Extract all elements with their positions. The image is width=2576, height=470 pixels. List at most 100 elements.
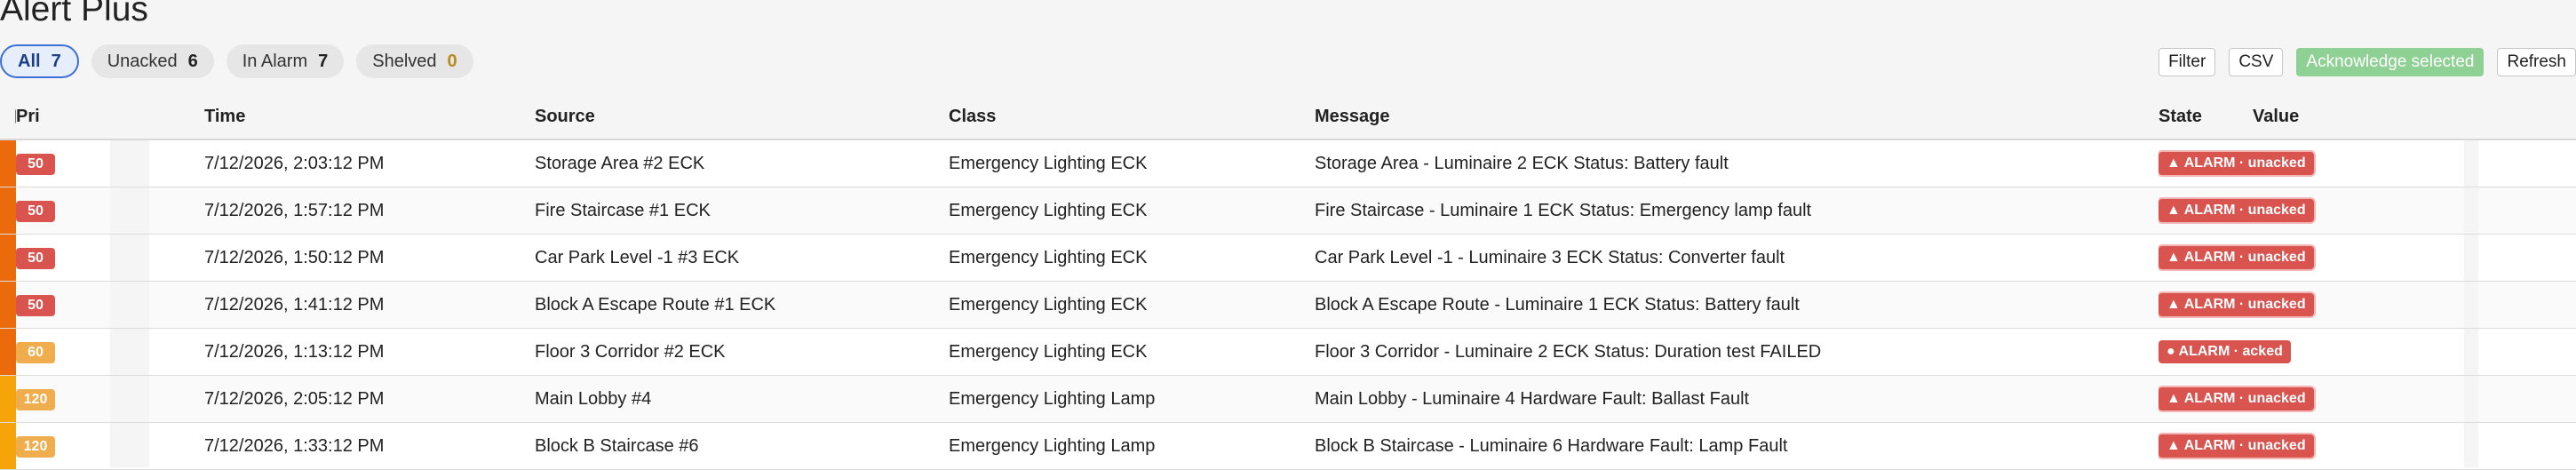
filter-chip-label: In Alarm [242, 51, 308, 71]
class-cell: Emergency Lighting ECK [914, 187, 1290, 235]
table-row[interactable]: 50 7/12/2026, 1:50:12 PM Car Park Level -1… [0, 234, 2576, 282]
alert-plus-app: Alert Plus All 7 Unacked 6 In Alarm 7 Sh… [0, 0, 2576, 470]
message-cell: Block B Staircase - Luminaire 6 Hardware… [1290, 422, 2173, 470]
source-cell: Main Lobby #4 [480, 375, 914, 423]
toolbar: Filter CSV Acknowledge selected Refresh [2159, 48, 2576, 76]
time-cell: 7/12/2026, 2:03:12 PM [149, 139, 480, 187]
priority-badge: 50 [16, 153, 55, 175]
value-cell [2478, 281, 2576, 329]
table-row[interactable]: 50 7/12/2026, 1:57:12 PM Fire Staircase #1… [0, 187, 2576, 235]
state-badge: ▲ ALARM · unacked [2159, 246, 2314, 269]
priority-cell: 120 [16, 375, 110, 423]
priority-color-bar [0, 422, 16, 470]
priority-cell: 120 [16, 422, 110, 470]
source-cell: Block B Staircase #6 [480, 422, 914, 470]
state-cell: ▲ ALARM · unacked [2159, 234, 2464, 282]
class-cell: Emergency Lighting ECK [914, 139, 1290, 187]
class-cell: Emergency Lighting ECK [914, 281, 1290, 329]
source-cell: Block A Escape Route #1 ECK [480, 281, 914, 329]
table-row[interactable]: 120 7/12/2026, 2:05:12 PM Main Lobby #4 Eme… [0, 375, 2576, 423]
class-cell: Emergency Lighting ECK [914, 328, 1290, 376]
time-cell: 7/12/2026, 2:05:12 PM [149, 375, 480, 423]
state-cell: ▲ ALARM · unacked [2159, 375, 2464, 423]
column-header-pri[interactable]: Pri [16, 94, 110, 140]
table-row[interactable]: 50 7/12/2026, 2:03:12 PM Storage Area #2 E… [0, 139, 2576, 187]
acknowledge-selected-button[interactable]: Acknowledge selected [2296, 48, 2485, 76]
source-cell: Fire Staircase #1 ECK [480, 187, 914, 235]
class-cell: Emergency Lighting ECK [914, 234, 1290, 282]
time-cell: 7/12/2026, 1:13:12 PM [149, 328, 480, 376]
state-badge: ▲ ALARM · unacked [2159, 434, 2314, 458]
state-cell: ● ALARM · acked [2159, 328, 2464, 376]
table-row[interactable]: 120 7/12/2026, 1:33:12 PM Block B Staircas… [0, 422, 2576, 470]
refresh-button[interactable]: Refresh [2497, 48, 2576, 76]
priority-color-bar [0, 281, 16, 329]
state-badge: ▲ ALARM · unacked [2159, 152, 2314, 175]
table-row[interactable]: 60 7/12/2026, 1:13:12 PM Floor 3 Corridor … [0, 328, 2576, 376]
priority-color-bar [0, 139, 16, 187]
priority-cell: 50 [16, 234, 110, 282]
filter-chip-label: Shelved [372, 51, 437, 71]
filter-chip-in-alarm[interactable]: In Alarm 7 [226, 44, 345, 78]
filter-chips: All 7 Unacked 6 In Alarm 7 Shelved 0 [0, 44, 473, 78]
filter-button[interactable]: Filter [2159, 48, 2216, 76]
filter-chip-shelved[interactable]: Shelved 0 [356, 44, 473, 78]
message-cell: Storage Area - Luminaire 2 ECK Status: B… [1290, 139, 2173, 187]
value-cell [2478, 234, 2576, 282]
value-cell [2478, 422, 2576, 470]
message-cell: Main Lobby - Luminaire 4 Hardware Fault:… [1290, 375, 2173, 423]
value-cell [2478, 375, 2576, 423]
priority-cell: 50 [16, 139, 110, 187]
source-cell: Car Park Level -1 #3 ECK [480, 234, 914, 282]
priority-badge: 50 [16, 200, 55, 222]
state-cell: ▲ ALARM · unacked [2159, 422, 2464, 470]
value-cell [2478, 139, 2576, 187]
message-cell: Floor 3 Corridor - Luminaire 2 ECK Statu… [1290, 328, 2173, 376]
alarm-table: Pri Time Source Class Message State Valu… [0, 94, 2576, 470]
priority-badge: 50 [16, 294, 55, 316]
filter-chip-unacked[interactable]: Unacked 6 [91, 44, 214, 78]
time-cell: 7/12/2026, 1:57:12 PM [149, 187, 480, 235]
message-cell: Block A Escape Route - Luminaire 1 ECK S… [1290, 281, 2173, 329]
filter-chip-count: 7 [51, 51, 61, 71]
priority-badge: 120 [16, 388, 55, 410]
state-cell: ▲ ALARM · unacked [2159, 281, 2464, 329]
priority-badge: 60 [16, 341, 55, 363]
filter-chip-label: Unacked [107, 51, 178, 71]
priority-color-bar [0, 328, 16, 376]
column-header-time[interactable]: Time [149, 94, 480, 140]
csv-button[interactable]: CSV [2229, 48, 2284, 76]
state-cell: ▲ ALARM · unacked [2159, 187, 2464, 235]
priority-cell: 60 [16, 328, 110, 376]
column-header-value[interactable]: Value [2253, 94, 2350, 140]
state-badge: ▲ ALARM · unacked [2159, 199, 2314, 222]
column-header-message[interactable]: Message [1290, 94, 2173, 140]
message-cell: Car Park Level -1 - Luminaire 3 ECK Stat… [1290, 234, 2173, 282]
column-header-source[interactable]: Source [480, 94, 914, 140]
filter-chip-count: 6 [187, 51, 198, 71]
class-cell: Emergency Lighting Lamp [914, 422, 1290, 470]
time-cell: 7/12/2026, 1:33:12 PM [149, 422, 480, 470]
value-cell [2478, 328, 2576, 376]
filter-chip-count: 7 [318, 51, 329, 71]
priority-color-bar [0, 375, 16, 423]
filter-chip-all[interactable]: All 7 [0, 44, 79, 78]
time-cell: 7/12/2026, 1:41:12 PM [149, 281, 480, 329]
column-header-class[interactable]: Class [914, 94, 1290, 140]
state-badge: ▲ ALARM · unacked [2159, 293, 2314, 316]
priority-color-bar [0, 234, 16, 282]
source-cell: Storage Area #2 ECK [480, 139, 914, 187]
filter-chip-label: All [18, 51, 41, 71]
state-badge: ▲ ALARM · unacked [2159, 387, 2314, 410]
state-badge: ● ALARM · acked [2159, 340, 2291, 363]
state-cell: ▲ ALARM · unacked [2159, 139, 2464, 187]
value-cell [2478, 187, 2576, 235]
message-cell: Fire Staircase - Luminaire 1 ECK Status:… [1290, 187, 2173, 235]
table-row[interactable]: 50 7/12/2026, 1:41:12 PM Block A Escape Ro… [0, 281, 2576, 329]
source-cell: Floor 3 Corridor #2 ECK [480, 328, 914, 376]
priority-cell: 50 [16, 187, 110, 235]
priority-color-bar [0, 187, 16, 235]
page-title: Alert Plus [0, 0, 148, 28]
filter-chip-count: 0 [447, 51, 457, 71]
priority-badge: 120 [16, 435, 55, 458]
